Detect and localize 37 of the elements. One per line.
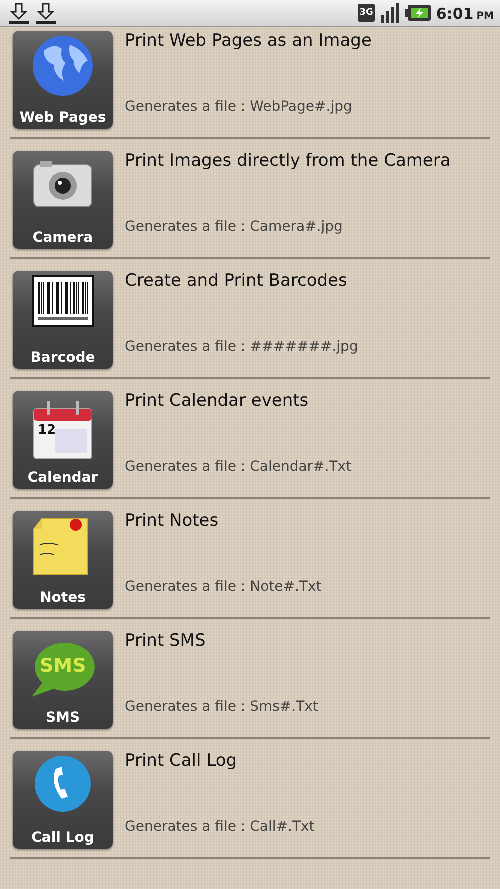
tile-label: Notes (40, 590, 86, 606)
app-tile[interactable]: Barcode (13, 271, 113, 369)
item-subtitle: Generates a file : Sms#.Txt (125, 699, 318, 715)
tile-label: SMS (46, 710, 80, 726)
item-title: Print Notes (125, 511, 220, 531)
barcode-icon (32, 275, 94, 327)
item-title: Create and Print Barcodes (125, 271, 348, 291)
clock-meridiem: PM (476, 10, 494, 22)
phone-icon (34, 755, 92, 813)
tile-label: Barcode (30, 350, 96, 366)
app-tile[interactable]: 12 Calendar (13, 391, 113, 489)
app-tile[interactable]: Camera (13, 151, 113, 249)
item-title: Print Images directly from the Camera (125, 151, 451, 171)
tile-label: Calendar (28, 470, 98, 486)
network-type: 3G (358, 4, 376, 22)
item-subtitle: Generates a file : Camera#.jpg (125, 219, 344, 235)
tile-label: Web Pages (20, 110, 106, 126)
app-tile[interactable]: Call Log (13, 751, 113, 849)
item-title: Print Calendar events (125, 391, 310, 411)
item-subtitle: Generates a file : Note#.Txt (125, 579, 322, 595)
item-subtitle: Generates a file : Call#.Txt (125, 819, 315, 835)
item-subtitle: Generates a file : Calendar#.Txt (125, 459, 352, 475)
battery-icon (405, 4, 432, 22)
app-tile[interactable]: SMS SMS (13, 631, 113, 729)
item-title: Print Call Log (125, 751, 238, 771)
download-icon (8, 2, 30, 24)
download-icon (35, 2, 57, 24)
tile-label: Camera (32, 230, 94, 246)
clock-time: 6:01 (436, 4, 474, 22)
item-subtitle: Generates a file : #######.jpg (125, 339, 358, 355)
tile-label: Call Log (32, 830, 94, 846)
app-tile[interactable]: Notes (13, 511, 113, 609)
item-title: Print Web Pages as an Image (125, 31, 372, 51)
app-tile[interactable]: Web Pages (13, 31, 113, 129)
signal-icon (380, 3, 400, 23)
item-subtitle: Generates a file : WebPage#.jpg (125, 99, 354, 115)
item-title: Print SMS (125, 631, 207, 651)
